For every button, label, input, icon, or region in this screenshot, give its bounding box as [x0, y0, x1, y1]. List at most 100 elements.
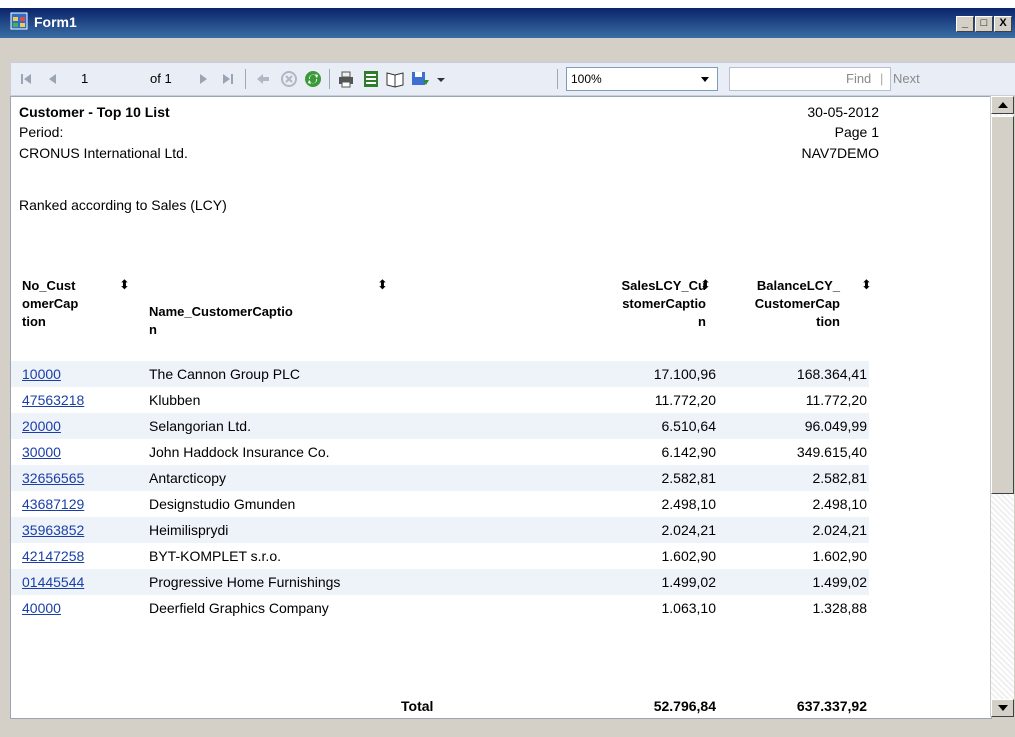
customer-no-link[interactable]: 42147258 — [22, 548, 84, 564]
customer-name: Klubben — [149, 392, 201, 408]
column-header-no[interactable]: No_Cust omerCap tion — [22, 277, 78, 331]
table-row: 42147258 BYT-KOMPLET s.r.o. 1.602,90 1.6… — [11, 543, 869, 569]
sales-value: 17.100,96 — [653, 366, 716, 382]
table-row: 10000 The Cannon Group PLC 17.100,96 168… — [11, 361, 869, 387]
balance-value: 2.024,21 — [812, 522, 868, 538]
scroll-thumb[interactable] — [991, 116, 1014, 494]
customer-no-link[interactable]: 35963852 — [22, 522, 84, 538]
customer-no-link[interactable]: 01445544 — [22, 574, 84, 590]
arrow-down-icon — [998, 705, 1008, 711]
find-button[interactable]: Find — [846, 71, 871, 86]
last-page-icon[interactable] — [217, 69, 237, 89]
toolbar-separator — [329, 69, 330, 89]
sales-value: 1.602,90 — [661, 548, 717, 564]
first-page-icon[interactable] — [17, 69, 37, 89]
sales-value: 1.499,02 — [661, 574, 717, 590]
sort-icon[interactable]: ⬍ — [700, 277, 711, 293]
customer-no-link[interactable]: 47563218 — [22, 392, 84, 408]
customer-no-link[interactable]: 43687129 — [22, 496, 84, 512]
table-row: 32656565 Antarcticopy 2.582,81 2.582,81 — [11, 465, 869, 491]
customer-no-link[interactable]: 32656565 — [22, 470, 84, 486]
arrow-up-icon — [998, 102, 1008, 108]
header-line: CustomerCap — [754, 296, 840, 311]
sales-value: 6.510,64 — [661, 418, 717, 434]
server-name: NAV7DEMO — [801, 145, 879, 161]
report-viewer: Customer - Top 10 List 30-05-2012 Period… — [10, 96, 992, 719]
export-icon[interactable] — [410, 69, 430, 89]
next-page-icon[interactable] — [193, 69, 213, 89]
previous-page-icon[interactable] — [43, 69, 63, 89]
next-button[interactable]: Next — [893, 71, 920, 86]
title-bar — [0, 8, 1015, 38]
scroll-down-button[interactable] — [991, 699, 1014, 717]
balance-value: 349.615,40 — [796, 444, 867, 460]
customer-name: Deerfield Graphics Company — [149, 600, 329, 616]
balance-value: 168.364,41 — [796, 366, 867, 382]
header-line: No_Cust — [22, 278, 76, 293]
company-name: CRONUS International Ltd. — [19, 145, 188, 161]
balance-value: 2.498,10 — [812, 496, 868, 512]
sort-icon[interactable]: ⬍ — [377, 277, 388, 293]
find-separator: | — [880, 71, 884, 86]
page-setup-icon[interactable] — [385, 69, 405, 89]
table-row: 30000 John Haddock Insurance Co. 6.142,9… — [11, 439, 869, 465]
table-row: 01445544 Progressive Home Furnishings 1.… — [11, 569, 869, 595]
column-header-balance[interactable]: BalanceLCY_ CustomerCap tion — [711, 277, 840, 331]
vertical-scrollbar[interactable] — [990, 96, 1014, 717]
minimize-button[interactable]: _ — [956, 16, 974, 32]
customer-name: Selangorian Ltd. — [149, 418, 251, 434]
table-row: 43687129 Designstudio Gmunden 2.498,10 2… — [11, 491, 869, 517]
report-toolbar: 1 of 1 100% Find | Next — [10, 62, 1015, 96]
stop-icon[interactable] — [279, 69, 299, 89]
table-row: 35963852 Heimilisprydi 2.024,21 2.024,21 — [11, 517, 869, 543]
refresh-icon[interactable] — [303, 69, 323, 89]
balance-value: 2.582,81 — [812, 470, 868, 486]
ranked-text: Ranked according to Sales (LCY) — [19, 197, 227, 213]
page-count: of 1 — [150, 71, 172, 86]
table-row: 47563218 Klubben 11.772,20 11.772,20 — [11, 387, 869, 413]
toolbar-separator — [557, 69, 558, 89]
close-button[interactable]: X — [994, 16, 1012, 32]
header-line: omerCap — [22, 296, 79, 311]
header-line: n — [149, 322, 157, 337]
customer-no-link[interactable]: 20000 — [22, 418, 61, 434]
back-icon[interactable] — [253, 69, 273, 89]
customer-no-link[interactable]: 30000 — [22, 444, 61, 460]
page-number: Page 1 — [834, 124, 879, 140]
zoom-select[interactable]: 100% — [566, 67, 718, 91]
sales-value: 2.582,81 — [661, 470, 717, 486]
sales-value: 11.772,20 — [654, 392, 716, 408]
balance-value: 11.772,20 — [805, 392, 867, 408]
header-line: Name_CustomerCaptio — [149, 304, 293, 319]
customer-name: Heimilisprydi — [149, 522, 229, 538]
print-icon[interactable] — [336, 69, 356, 89]
sort-icon[interactable]: ⬍ — [861, 277, 872, 293]
customer-name: BYT-KOMPLET s.r.o. — [149, 548, 282, 564]
form-icon — [10, 12, 28, 30]
current-page-input[interactable]: 1 — [81, 71, 88, 86]
balance-value: 96.049,99 — [804, 418, 867, 434]
balance-value: 1.499,02 — [812, 574, 868, 590]
customer-name: Designstudio Gmunden — [149, 496, 296, 512]
column-header-sales[interactable]: SalesLCY_Cu stomerCaptio n — [551, 277, 706, 331]
export-dropdown-icon[interactable] — [431, 69, 451, 89]
chevron-down-icon — [701, 77, 709, 82]
table-row: 20000 Selangorian Ltd. 6.510,64 96.049,9… — [11, 413, 869, 439]
customer-name: Progressive Home Furnishings — [149, 574, 341, 590]
sales-value: 6.142,90 — [661, 444, 717, 460]
customer-name: Antarcticopy — [149, 470, 227, 486]
column-header-name[interactable]: Name_CustomerCaptio n — [149, 303, 293, 339]
total-sales: 52.796,84 — [653, 698, 716, 714]
zoom-value: 100% — [571, 72, 602, 86]
customer-no-link[interactable]: 40000 — [22, 600, 61, 616]
toolbar-separator — [245, 69, 246, 89]
sales-value: 2.024,21 — [661, 522, 717, 538]
total-balance: 637.337,92 — [796, 698, 867, 714]
maximize-button[interactable]: □ — [975, 16, 993, 32]
header-line: stomerCaptio — [622, 296, 706, 311]
scroll-up-button[interactable] — [991, 96, 1014, 114]
print-layout-icon[interactable] — [361, 69, 381, 89]
customer-name: John Haddock Insurance Co. — [149, 444, 330, 460]
sort-icon[interactable]: ⬍ — [119, 277, 130, 293]
customer-no-link[interactable]: 10000 — [22, 366, 61, 382]
